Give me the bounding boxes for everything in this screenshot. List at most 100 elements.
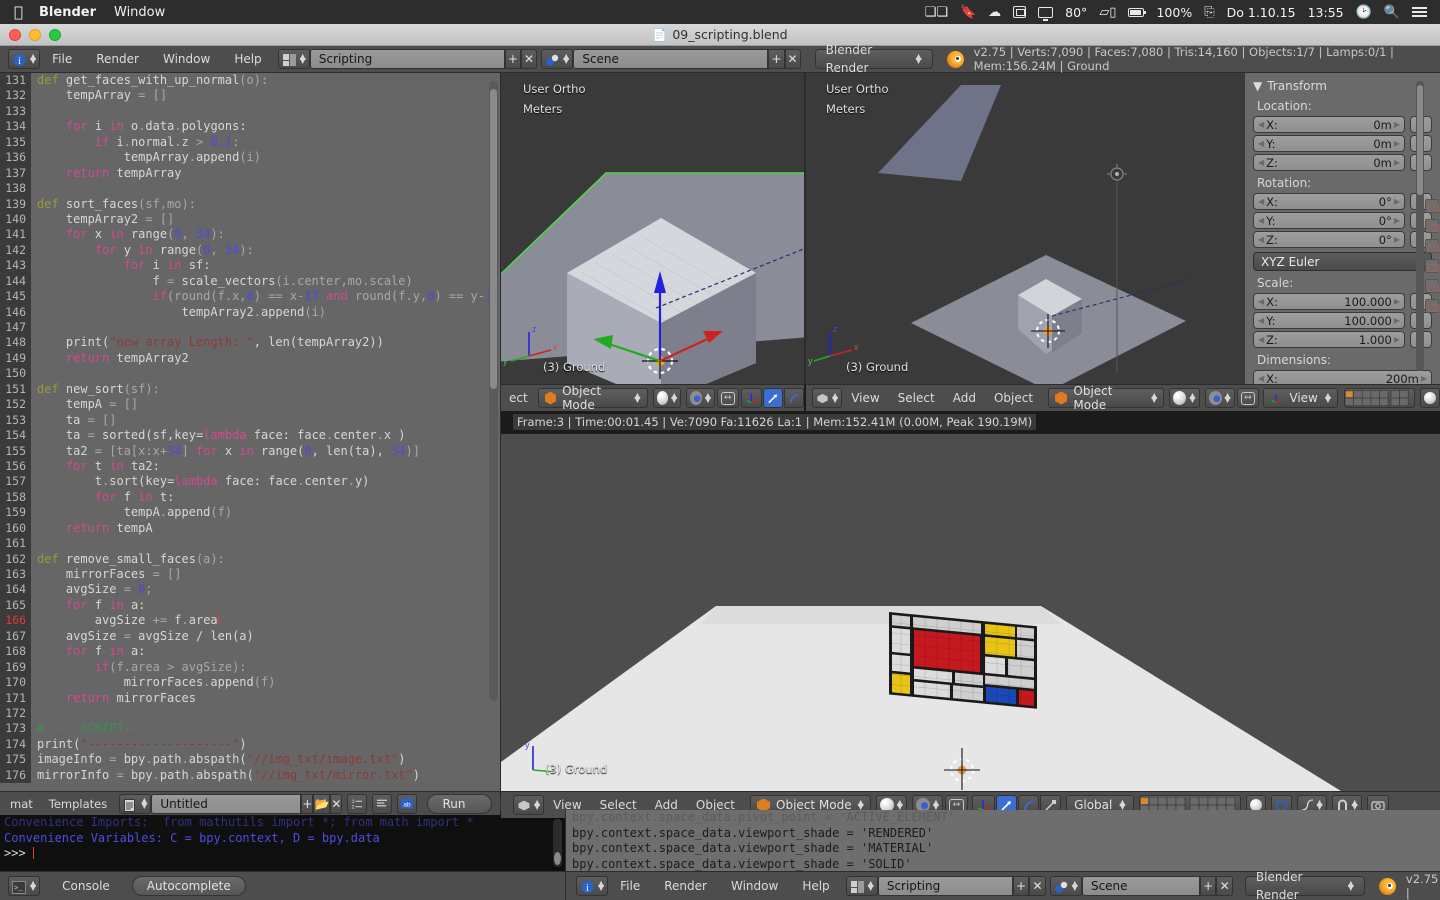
viewport-right-menu-add[interactable]: Add <box>944 388 985 408</box>
left-arrow-icon[interactable]: ◀ <box>1258 316 1264 325</box>
scale-y-field[interactable]: ◀ Y: 100.000 ▶ <box>1253 312 1405 329</box>
right-arrow-icon[interactable]: ▶ <box>1394 297 1400 306</box>
left-arrow-icon[interactable]: ◀ <box>1258 197 1264 206</box>
code-line[interactable]: 146 tempArray2.append(i) <box>0 305 500 320</box>
left-arrow-icon[interactable]: ◀ <box>1258 335 1264 344</box>
scale-z-row[interactable]: ◀ Z: 1.000 ▶ 🔓 <box>1253 331 1432 348</box>
menu-help[interactable]: Help <box>222 49 273 69</box>
viewport-left-mode-selector[interactable]: Object Mode ▲▼ <box>538 388 648 408</box>
apple-logo-icon[interactable]:  <box>14 5 23 20</box>
properties-n-panel[interactable]: ▼ Transform Location: ◀ X: 0m ▶ 🔓 ◀ Y: 0… <box>1245 73 1440 384</box>
right-arrow-icon[interactable]: ▶ <box>1394 235 1400 244</box>
code-line[interactable]: 140 tempArray2 = [] <box>0 212 500 227</box>
viewport-right-layers-widget[interactable] <box>1344 388 1415 408</box>
code-line[interactable]: 132 tempArray = [] <box>0 88 500 103</box>
code-line[interactable]: 167 avgSize = avgSize / len(a) <box>0 629 500 644</box>
minimize-button[interactable] <box>29 29 41 41</box>
bottom-screen-layout-field[interactable]: Scripting <box>878 876 1013 896</box>
code-line[interactable]: 168 for f in a: <box>0 644 500 659</box>
location-z-row[interactable]: ◀ Z: 0m ▶ 🔓 <box>1253 154 1432 171</box>
right-arrow-icon[interactable]: ▶ <box>1394 139 1400 148</box>
viewport-left-manipulator-toggle[interactable] <box>741 388 762 408</box>
code-line[interactable]: 139def sort_faces(sf,mo): <box>0 197 500 212</box>
viewport-left-shading-selector[interactable]: ▲▼ <box>653 388 682 408</box>
location-y-field[interactable]: ◀ Y: 0m ▶ <box>1253 135 1405 152</box>
code-line[interactable]: 172 <box>0 706 500 721</box>
notification-center-icon[interactable] <box>1412 5 1427 19</box>
viewport-right-pivot-selector[interactable]: ▲▼ <box>1205 388 1235 408</box>
code-line[interactable]: 161 <box>0 536 500 551</box>
script-code-view[interactable]: 131def get_faces_with_up_normal(o):132 t… <box>0 73 500 783</box>
menu-templates[interactable]: Templates <box>41 794 115 814</box>
viewport-right-menu-view[interactable]: View <box>842 388 888 408</box>
right-arrow-icon[interactable]: ▶ <box>1394 216 1400 225</box>
right-arrow-icon[interactable]: ▶ <box>1394 316 1400 325</box>
editor-type-selector-console[interactable]: >_ ▲▼ <box>8 876 40 896</box>
dropbox-icon[interactable]: ❏❏ <box>925 5 948 20</box>
code-line[interactable]: 162def remove_small_faces(a): <box>0 552 500 567</box>
viewport-left-menu-object[interactable]: ect <box>505 388 532 408</box>
screen-layout-name-field[interactable]: Scripting <box>310 49 505 69</box>
bottom-editor-type-selector[interactable]: i ▲▼ <box>576 876 608 896</box>
area-splitter-bottom[interactable] <box>565 810 566 900</box>
code-line[interactable]: 170 mirrorFaces.append(f) <box>0 675 500 690</box>
transform-panel-header[interactable]: ▼ Transform <box>1253 79 1432 93</box>
left-arrow-icon[interactable]: ◀ <box>1258 139 1264 148</box>
text-datablock-name-field[interactable]: Untitled <box>151 794 301 814</box>
right-arrow-icon[interactable]: ▶ <box>1394 158 1400 167</box>
location-z-field[interactable]: ◀ Z: 0m ▶ <box>1253 154 1405 171</box>
code-line[interactable]: 164 avgSize = 0; <box>0 582 500 597</box>
delete-scene-button[interactable]: ✕ <box>785 49 801 69</box>
code-line[interactable]: 150 <box>0 366 500 381</box>
timemachine-icon[interactable]: 🕑 <box>1356 5 1372 20</box>
word-wrap-toggle[interactable] <box>372 794 392 814</box>
text-datablock-browse-button[interactable]: ▲▼ <box>119 794 151 814</box>
scale-x-field[interactable]: ◀ X: 100.000 ▶ <box>1253 293 1405 310</box>
bottom-menu-render[interactable]: Render <box>652 876 719 896</box>
os-app-name[interactable]: Blender <box>39 5 96 20</box>
viewport-left-pivot-selector[interactable]: ▲▼ <box>686 388 715 408</box>
right-arrow-icon[interactable]: ▶ <box>1394 197 1400 206</box>
add-screen-layout-button[interactable]: + <box>505 49 521 69</box>
rotation-mode-dropdown[interactable]: XYZ Euler ▲▼ <box>1253 252 1432 271</box>
bottom-menu-file[interactable]: File <box>608 876 652 896</box>
add-scene-button[interactable]: + <box>768 49 784 69</box>
open-text-button[interactable]: 📂 <box>313 794 330 814</box>
battery-percent-label[interactable]: 100% <box>1156 5 1192 20</box>
rotation-x-row[interactable]: ◀ X: 0° ▶ 🔓 <box>1253 193 1432 210</box>
right-arrow-icon[interactable]: ▶ <box>1394 120 1400 129</box>
menu-window[interactable]: Window <box>151 49 222 69</box>
code-line[interactable]: 134 for i in o.data.polygons: <box>0 119 500 134</box>
bottom-delete-layout-button[interactable]: ✕ <box>1029 876 1045 896</box>
unlink-text-button[interactable]: ✕ <box>330 794 342 814</box>
code-line[interactable]: 147 <box>0 320 500 335</box>
rotation-z-row[interactable]: ◀ Z: 0° ▶ 🔓 <box>1253 231 1432 248</box>
code-line[interactable]: 160 return tempA <box>0 521 500 536</box>
code-line[interactable]: 171 return mirrorFaces <box>0 691 500 706</box>
code-line[interactable]: 154 ta = sorted(sf,key=lambda face: face… <box>0 428 500 443</box>
rotation-y-row[interactable]: ◀ Y: 0° ▶ 🔓 <box>1253 212 1432 229</box>
viewport-right-menu-object[interactable]: Object <box>985 388 1042 408</box>
viewport-right-shading-selector[interactable]: ▲▼ <box>1169 388 1199 408</box>
spotlight-icon[interactable]: 🔍 <box>1384 5 1400 20</box>
bottom-scene-browse[interactable]: ▲▼ <box>1050 876 1082 896</box>
area-splitter-vertical[interactable] <box>500 73 501 791</box>
scale-z-field[interactable]: ◀ Z: 1.000 ▶ <box>1253 331 1405 348</box>
rotation-y-field[interactable]: ◀ Y: 0° ▶ <box>1253 212 1405 229</box>
maximize-button[interactable] <box>49 29 61 41</box>
console-prompt-line[interactable]: >>> <box>0 846 565 862</box>
delete-screen-layout-button[interactable]: ✕ <box>521 49 537 69</box>
run-script-button[interactable]: Run Script <box>427 794 492 814</box>
code-line[interactable]: 155 ta2 = [ta[x:x+34] for x in range(0, … <box>0 444 500 459</box>
bookmark-icon[interactable]: 🔖 <box>960 5 976 20</box>
left-arrow-icon[interactable]: ◀ <box>1258 297 1264 306</box>
code-line[interactable]: 135 if i.normal.z > 0.1: <box>0 135 500 150</box>
menu-render[interactable]: Render <box>84 49 151 69</box>
location-x-row[interactable]: ◀ X: 0m ▶ 🔓 <box>1253 116 1432 133</box>
viewport-right-editor-type-selector[interactable]: ▲▼ <box>812 388 842 408</box>
viewport-main[interactable]: y (3) Ground <box>501 434 1440 791</box>
code-line[interactable]: 137 return tempArray <box>0 166 500 181</box>
os-date-label[interactable]: Do 1.10.15 <box>1227 5 1296 20</box>
bottom-delete-scene-button[interactable]: ✕ <box>1216 876 1232 896</box>
code-line[interactable]: 152 tempA = [] <box>0 397 500 412</box>
